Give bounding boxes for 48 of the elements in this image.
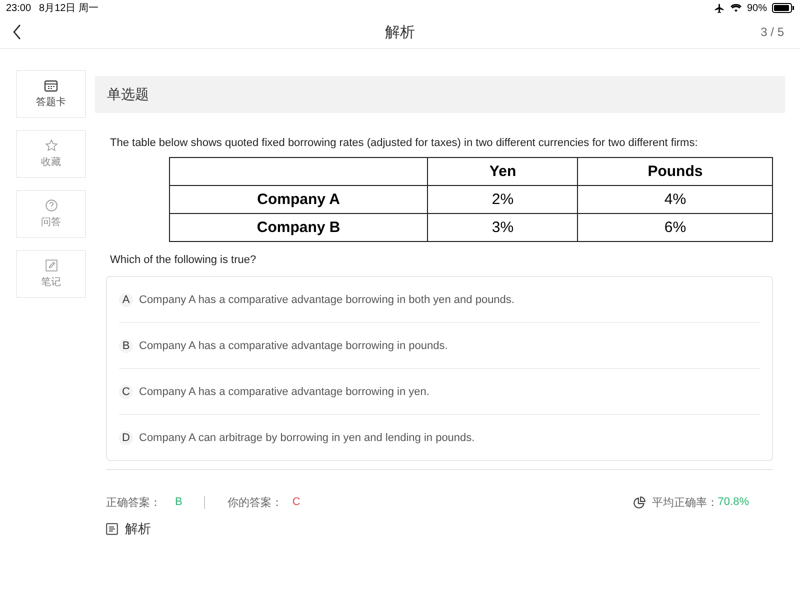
question-text: The table below shows quoted fixed borrowing rates (adjusted for taxes) in two different currencies for two different firms: <box>110 137 699 149</box>
edit-icon <box>44 259 58 272</box>
calendar-icon <box>44 79 58 92</box>
table-cell: Company A <box>170 186 428 214</box>
table-header: Yen <box>428 158 578 186</box>
status-date: 8月12日 周一 <box>39 2 98 15</box>
option-letter: B <box>119 338 133 352</box>
table-cell: Company B <box>170 214 428 242</box>
answer-option[interactable]: A Company A has a comparative advantage borrowing in both yen and pounds. <box>119 277 760 323</box>
sidebar-item[interactable]: 笔记 <box>16 250 86 298</box>
sidebar-item[interactable]: 问答 <box>16 190 86 238</box>
option-letter: A <box>119 292 133 306</box>
table-cell: 6% <box>578 214 772 242</box>
average-rate-label: 平均正确率： <box>652 496 718 510</box>
option-letter: D <box>119 430 133 444</box>
your-answer-label: 你的答案： <box>227 496 282 510</box>
question-prompt: Which of the following is true? <box>110 254 258 266</box>
back-icon[interactable] <box>12 24 22 40</box>
question-icon <box>44 199 58 212</box>
wifi-icon <box>730 3 742 13</box>
battery-icon <box>772 3 794 13</box>
sidebar-item[interactable]: 收藏 <box>16 130 86 178</box>
average-rate: 70.8% <box>718 496 749 508</box>
page-title: 解析 <box>385 22 415 42</box>
answer-option[interactable]: C Company A has a comparative advantage borrowing in yen. <box>119 369 760 415</box>
question-type-bar: 单选题 <box>95 76 785 113</box>
document-icon <box>106 523 118 535</box>
star-icon <box>44 139 58 152</box>
battery-percent: 90% <box>746 2 767 14</box>
sidebar-item[interactable]: 答题卡 <box>16 70 86 118</box>
answer-option[interactable]: B Company A has a comparative advantage borrowing in pounds. <box>119 323 760 369</box>
table-header: Pounds <box>578 158 772 186</box>
option-text: Company A has a comparative advantage borrowing in pounds. <box>139 340 448 352</box>
your-answer: C <box>292 496 300 508</box>
answer-option[interactable]: D Company A can arbitrage by borrowing in yen and lending in pounds. <box>119 415 760 460</box>
status-time: 23:00 <box>6 2 32 14</box>
option-text: Company A can arbitrage by borrowing in yen and lending in pounds. <box>139 432 475 444</box>
table-cell: 4% <box>578 186 772 214</box>
option-text: Company A has a comparative advantage borrowing in both yen and pounds. <box>139 294 514 306</box>
correct-answer: B <box>175 496 182 508</box>
airplane-icon <box>714 2 725 14</box>
table-cell: 3% <box>428 214 578 242</box>
pie-chart-icon <box>632 496 646 508</box>
option-letter: C <box>119 384 133 398</box>
correct-answer-label: 正确答案： <box>106 496 161 510</box>
table-cell: 2% <box>428 186 578 214</box>
analysis-title: 解析 <box>125 520 151 538</box>
option-text: Company A has a comparative advantage borrowing in yen. <box>139 386 430 398</box>
